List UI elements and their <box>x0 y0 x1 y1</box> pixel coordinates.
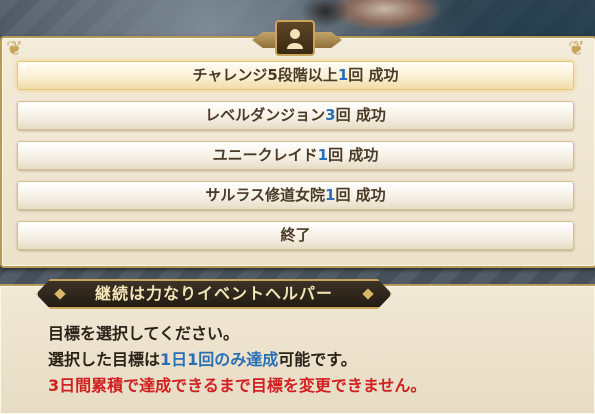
person-bust-icon <box>275 20 315 56</box>
option-label: チャレンジ5段階以上 <box>192 66 338 84</box>
dialog-line-1: 目標を選択してください。 <box>48 324 240 343</box>
ornament-corner-right-icon: ❦ <box>568 36 585 60</box>
option-label: サルラス修道女院 <box>205 186 326 204</box>
option-label: ユニークレイド <box>212 146 318 164</box>
dialog-line-2-highlight: 1日1回のみ達成 <box>160 350 279 369</box>
dialog-line-2-post: 可能です。 <box>278 350 357 369</box>
option-suffix: 回 成功 <box>348 66 399 84</box>
dialog-title-bar: 継続は力なりイベントヘルパー <box>36 279 392 309</box>
option-challenge[interactable]: チャレンジ5段階以上1回 成功 <box>17 61 574 90</box>
option-label: レベルダンジョン <box>205 106 326 124</box>
option-suffix: 回 成功 <box>335 186 386 204</box>
option-suffix: 回 成功 <box>328 146 379 164</box>
option-unique-raid[interactable]: ユニークレイド1回 成功 <box>17 141 574 170</box>
option-count: 3 <box>325 106 336 124</box>
option-count: 1 <box>317 146 329 164</box>
dialog-title: 継続は力なりイベントヘルパー <box>94 284 333 303</box>
sparkle-icon <box>22 185 26 189</box>
sparkle-icon <box>22 145 26 149</box>
sparkle-icon <box>22 225 26 229</box>
option-count: 1 <box>337 66 349 84</box>
option-level-dungeon[interactable]: レベルダンジョン3回 成功 <box>17 101 574 130</box>
option-convent[interactable]: サルラス修道女院1回 成功 <box>17 181 574 210</box>
dialog-line-3-warning: 3日間累積で達成できるまで目標を変更できません。 <box>48 376 427 395</box>
option-exit[interactable]: 終了 <box>17 221 574 250</box>
option-count: 1 <box>325 186 336 204</box>
sparkle-icon <box>22 105 26 109</box>
sparkle-icon <box>22 65 26 69</box>
option-label: 終了 <box>280 226 311 244</box>
dialog-line-2: 選択した目標は1日1回のみ達成可能です。 <box>48 346 357 370</box>
npc-emblem <box>252 20 342 56</box>
ornament-corner-left-icon: ❦ <box>6 36 23 60</box>
dialog-line-2-pre: 選択した目標は <box>48 350 161 369</box>
option-suffix: 回 成功 <box>335 106 386 124</box>
